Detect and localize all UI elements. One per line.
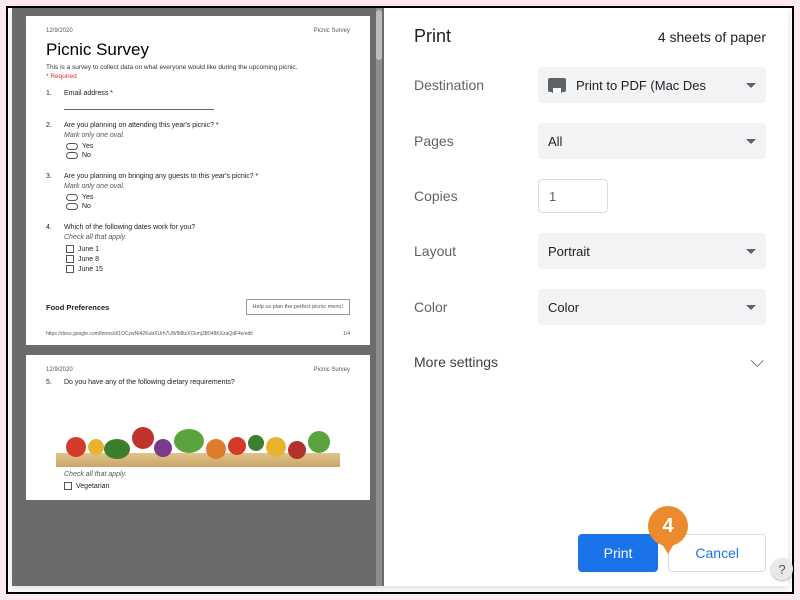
chevron-down-icon: ⌵ <box>750 351 764 372</box>
email-input-line <box>64 100 214 110</box>
q2-opt-no: No <box>82 152 91 159</box>
q4-num: 4. <box>46 224 56 275</box>
q3-opt-yes: Yes <box>82 194 93 201</box>
q3-opt-no: No <box>82 203 91 210</box>
q5-num: 5. <box>46 379 56 389</box>
checkbox-icon <box>66 245 74 253</box>
print-button[interactable]: Print <box>578 534 659 572</box>
more-settings-label: More settings <box>414 354 498 370</box>
q2-sub: Mark only one oval. <box>64 132 350 139</box>
q3-text: Are you planning on bringing any guests … <box>64 173 350 180</box>
checkbox-icon <box>66 265 74 273</box>
q4-sub: Check all that apply. <box>64 234 350 241</box>
q3-num: 3. <box>46 173 56 212</box>
q5-opt-vegetarian: Vegetarian <box>76 483 109 490</box>
copies-label: Copies <box>414 188 538 204</box>
pages-value: All <box>548 134 562 149</box>
checkbox-icon <box>64 482 72 490</box>
page-date: 12/9/2020 <box>46 367 73 373</box>
page-number: 1/4 <box>343 331 350 337</box>
q5-sub: Check all that apply. <box>64 471 350 478</box>
destination-value: Print to PDF (Mac Des <box>576 78 706 93</box>
oval-icon <box>66 152 78 159</box>
printer-icon <box>548 78 566 92</box>
color-label: Color <box>414 299 538 315</box>
color-select[interactable]: Color <box>538 289 766 325</box>
oval-icon <box>66 143 78 150</box>
page-date: 12/9/2020 <box>46 28 73 34</box>
destination-label: Destination <box>414 77 538 93</box>
step-callout-4: 4 <box>648 506 688 546</box>
layout-label: Layout <box>414 243 538 259</box>
preview-scrollbar[interactable] <box>376 8 382 586</box>
layout-select[interactable]: Portrait <box>538 233 766 269</box>
section-hint: Help us plan the perfect picnic menu! <box>246 299 351 315</box>
chevron-down-icon <box>746 249 756 254</box>
help-icon[interactable]: ? <box>771 558 793 580</box>
layout-value: Portrait <box>548 244 590 259</box>
form-description: This is a survey to collect data on what… <box>46 64 350 71</box>
copies-value: 1 <box>549 189 556 204</box>
required-note: * Required <box>46 73 350 80</box>
q3-sub: Mark only one oval. <box>64 183 350 190</box>
preview-page-1: 12/9/2020 Picnic Survey Picnic Survey Th… <box>26 16 370 345</box>
oval-icon <box>66 194 78 201</box>
preview-page-2: 12/9/2020 Picnic Survey 5. Do you have a… <box>26 355 370 500</box>
print-preview-pane: 12/9/2020 Picnic Survey Picnic Survey Th… <box>12 8 384 586</box>
q4-opt-3: June 15 <box>78 266 103 273</box>
pages-label: Pages <box>414 133 538 149</box>
q4-opt-2: June 8 <box>78 256 99 263</box>
q2-opt-yes: Yes <box>82 143 93 150</box>
q4-text: Which of the following dates work for yo… <box>64 224 350 231</box>
q5-text: Do you have any of the following dietary… <box>64 379 350 386</box>
print-settings-pane: Print 4 sheets of paper Destination Prin… <box>384 8 788 586</box>
more-settings-toggle[interactable]: More settings ⌵ <box>414 345 766 378</box>
chevron-down-icon <box>746 305 756 310</box>
chevron-down-icon <box>746 83 756 88</box>
page-doc-title: Picnic Survey <box>314 28 350 34</box>
oval-icon <box>66 203 78 210</box>
q1-num: 1. <box>46 90 56 110</box>
fruit-image <box>56 405 340 467</box>
pages-select[interactable]: All <box>538 123 766 159</box>
q2-text: Are you planning on attending this year'… <box>64 122 350 129</box>
q4-opt-1: June 1 <box>78 246 99 253</box>
copies-input[interactable]: 1 <box>538 179 608 213</box>
print-title: Print <box>414 26 451 47</box>
section-label: Food Preferences <box>46 303 109 312</box>
destination-select[interactable]: Print to PDF (Mac Des <box>538 67 766 103</box>
q2-num: 2. <box>46 122 56 161</box>
form-title: Picnic Survey <box>46 40 350 60</box>
sheets-count: 4 sheets of paper <box>658 29 766 45</box>
color-value: Color <box>548 300 579 315</box>
q1-text: Email address * <box>64 90 350 97</box>
print-dialog: 12/9/2020 Picnic Survey Picnic Survey Th… <box>12 8 788 586</box>
page-doc-title: Picnic Survey <box>314 367 350 373</box>
chevron-down-icon <box>746 139 756 144</box>
page-url: https://docs.google.com/forms/d/1OCzwNI4… <box>46 331 253 337</box>
checkbox-icon <box>66 255 74 263</box>
cancel-button[interactable]: Cancel <box>668 534 766 572</box>
